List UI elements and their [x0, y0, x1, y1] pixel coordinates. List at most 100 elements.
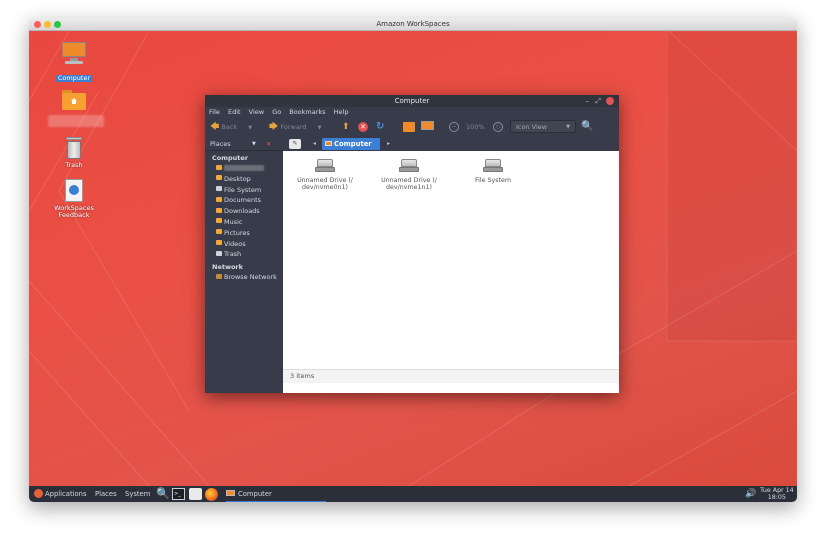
reload-icon: ↻ [376, 121, 385, 132]
chevron-down-icon[interactable]: ▼ [252, 137, 256, 151]
zoom-reset-icon: ○ [495, 124, 501, 130]
terminal-launcher[interactable]: >_ [172, 488, 185, 500]
sidebar-item-home[interactable] [205, 163, 283, 174]
folder-icon [216, 240, 222, 246]
desktop-icon-home[interactable] [48, 88, 104, 127]
menu-help[interactable]: Help [334, 108, 349, 116]
path-bar: ✎ ◂ Computer ▸ [283, 137, 619, 151]
sidebar-item-browse-network[interactable]: Browse Network [205, 272, 283, 283]
reload-button[interactable]: ↻ [376, 121, 384, 133]
search-launcher[interactable]: 🔍 [156, 486, 170, 502]
drive-icon [315, 159, 335, 172]
path-button-computer[interactable]: Computer [322, 138, 380, 150]
clock[interactable]: Tue Apr 14 18:05 [760, 487, 794, 501]
zoom-out-button[interactable]: − [449, 122, 459, 132]
applications-icon [34, 488, 43, 498]
toolbar: 🡄 Back ▼ 🡆 Forward ▼ ⬆ ✕ ↻ − 100% ○ Icon… [205, 117, 619, 137]
computer-button[interactable] [421, 121, 434, 130]
drive-icon [216, 186, 222, 192]
desktop-icon-feedback[interactable]: WorkSpaces Feedback [48, 179, 100, 219]
blurred-home-label [48, 115, 104, 127]
home-folder-icon [61, 88, 87, 112]
system-menu[interactable]: System [125, 486, 150, 502]
path-right-arrow[interactable]: ▸ [387, 137, 390, 151]
sidebar-item-videos[interactable]: Videos [205, 239, 283, 250]
up-button[interactable]: ⬆ [342, 121, 350, 133]
file-item-drive-nvme1n1[interactable]: Unnamed Drive (/ dev/nvme1n1) [371, 159, 447, 191]
menu-bookmarks[interactable]: Bookmarks [289, 108, 325, 116]
search-icon: 🔍 [156, 487, 170, 500]
stop-button[interactable]: ✕ [358, 122, 368, 132]
sidebar-item-pictures[interactable]: Pictures [205, 228, 283, 239]
computer-icon [61, 41, 87, 65]
folder-icon [216, 229, 222, 235]
sidebar-section-computer: Computer [212, 154, 249, 162]
home-button[interactable] [403, 122, 415, 132]
desktop: Computer Trash WorkSpaces Feedback Compu… [29, 31, 797, 486]
sidebar: Places ▼ ✕ Computer Desktop File System [205, 137, 283, 393]
file-item-file-system[interactable]: File System [455, 159, 531, 184]
places-menu[interactable]: Places [95, 486, 117, 502]
desktop-icon-trash[interactable]: Trash [48, 136, 100, 169]
mac-titlebar: Amazon WorkSpaces [29, 18, 797, 31]
close-sidebar-icon[interactable]: ✕ [266, 137, 271, 151]
chevron-down-icon: ▼ [248, 125, 253, 131]
mail-launcher[interactable] [189, 488, 202, 500]
desktop-icon [216, 175, 222, 181]
folder-icon [216, 196, 222, 202]
file-manager-window: Computer – ⤢ File Edit View Go Bookmarks… [205, 95, 619, 393]
sidebar-item-music[interactable]: Music [205, 217, 283, 228]
desktop-icon-label: WorkSpaces Feedback [54, 204, 94, 219]
computer-icon [325, 140, 332, 146]
view-mode-select[interactable]: Icon View ▼ [510, 120, 576, 133]
forward-arrow-icon: 🡆 [269, 122, 279, 132]
computer-icon [226, 490, 235, 496]
desktop-icon-label: Trash [65, 161, 83, 169]
feedback-icon [61, 179, 87, 203]
trash-icon [61, 136, 87, 160]
close-button[interactable] [606, 97, 614, 105]
maximize-button[interactable]: ⤢ [595, 95, 601, 107]
chevron-down-icon: ▼ [317, 125, 322, 131]
firefox-launcher[interactable] [205, 488, 218, 501]
menu-go[interactable]: Go [272, 108, 281, 116]
pencil-icon: ✎ [292, 140, 298, 147]
sidebar-item-trash[interactable]: Trash [205, 249, 283, 260]
network-icon [216, 273, 222, 279]
sidebar-item-downloads[interactable]: Downloads [205, 206, 283, 217]
search-icon: 🔍 [581, 121, 594, 132]
forward-button[interactable]: 🡆 Forward ▼ [269, 121, 321, 133]
terminal-icon: >_ [174, 491, 181, 497]
applications-menu[interactable]: Applications [34, 486, 87, 502]
desktop-icon-computer[interactable]: Computer [48, 41, 100, 84]
file-manager-titlebar[interactable]: Computer – ⤢ [205, 95, 619, 107]
menu-bar: File Edit View Go Bookmarks Help [205, 107, 619, 117]
volume-control[interactable]: 🔊 [745, 486, 756, 502]
sidebar-header[interactable]: Places ▼ ✕ [205, 137, 283, 151]
zoom-reset-button[interactable]: ○ [493, 122, 503, 132]
menu-file[interactable]: File [209, 108, 220, 116]
sidebar-item-desktop[interactable]: Desktop [205, 174, 283, 185]
file-view: Unnamed Drive (/ dev/nvme0n1) Unnamed Dr… [283, 151, 619, 369]
taskbar: Applications Places System 🔍 >_ Computer… [29, 486, 797, 502]
menu-view[interactable]: View [249, 108, 264, 116]
drive-icon [483, 159, 503, 172]
sidebar-item-file-system[interactable]: File System [205, 185, 283, 196]
edit-path-button[interactable]: ✎ [289, 139, 301, 149]
zoom-level: 100% [466, 123, 485, 131]
home-folder-icon [216, 164, 222, 170]
file-manager-body: Places ▼ ✕ Computer Desktop File System [205, 137, 619, 393]
menu-edit[interactable]: Edit [228, 108, 241, 116]
back-button[interactable]: 🡄 Back ▼ [210, 121, 252, 133]
trash-icon [216, 250, 222, 256]
desktop-icon-label: Computer [55, 74, 93, 82]
search-button[interactable]: 🔍 [581, 121, 593, 133]
sidebar-item-documents[interactable]: Documents [205, 195, 283, 206]
stop-icon: ✕ [360, 123, 366, 131]
drive-icon [399, 159, 419, 172]
minimize-button[interactable]: – [586, 95, 590, 107]
path-left-arrow[interactable]: ◂ [313, 137, 316, 151]
zoom-out-icon: − [451, 123, 457, 130]
file-item-drive-nvme0n1[interactable]: Unnamed Drive (/ dev/nvme0n1) [287, 159, 363, 191]
taskbar-window-computer[interactable]: Computer [226, 486, 326, 502]
